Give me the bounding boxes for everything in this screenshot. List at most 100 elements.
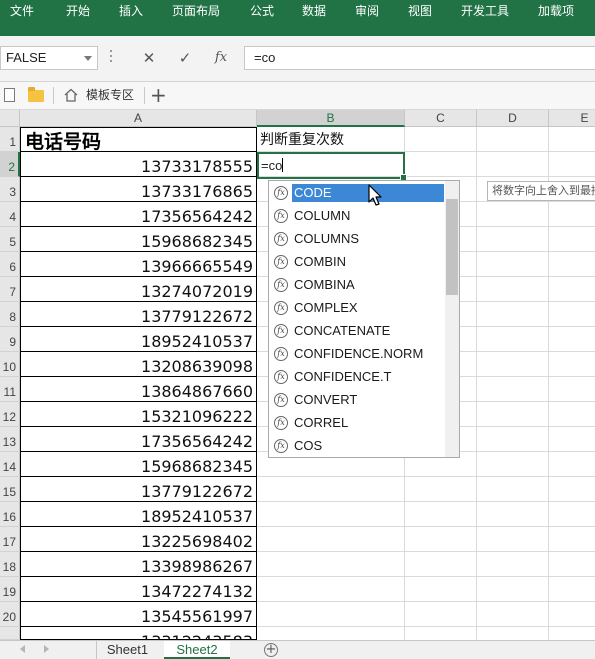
tab-data[interactable]: 数据 xyxy=(302,3,326,19)
name-box[interactable]: FALSE xyxy=(0,46,98,70)
row-header[interactable]: 16 xyxy=(0,502,20,527)
autocomplete-item[interactable]: fx CONFIDENCE.NORM xyxy=(271,343,443,365)
row-header[interactable]: 10 xyxy=(0,352,20,377)
row-header[interactable]: 13 xyxy=(0,427,20,452)
tab-review[interactable]: 审阅 xyxy=(355,3,379,19)
drag-handle-icon[interactable] xyxy=(110,50,112,66)
row-header[interactable]: 1 xyxy=(0,127,20,152)
phone-cell[interactable]: 13545561997 xyxy=(20,602,257,627)
sheet-tab-sheet1[interactable]: Sheet1 xyxy=(96,641,158,659)
enter-button[interactable]: ✓ xyxy=(174,48,196,68)
scrollbar-thumb[interactable] xyxy=(446,199,458,295)
phone-cell[interactable]: 17356564242 xyxy=(20,427,257,452)
phone-cell[interactable]: 13779122672 xyxy=(20,477,257,502)
column-header-e[interactable]: E xyxy=(549,110,595,127)
insert-function-button[interactable]: fx xyxy=(210,48,232,68)
column-header-d[interactable]: D xyxy=(477,110,549,127)
cell-b1[interactable]: 判断重复次数 xyxy=(260,131,344,149)
row-header[interactable]: 6 xyxy=(0,252,20,277)
function-icon: fx xyxy=(274,347,288,361)
row-header[interactable]: 8 xyxy=(0,302,20,327)
autocomplete-item[interactable]: fx CONVERT xyxy=(271,389,443,411)
phone-cell[interactable]: 13472274132 xyxy=(20,577,257,602)
row-header[interactable]: 7 xyxy=(0,277,20,302)
autocomplete-item[interactable]: fx COS xyxy=(271,435,443,457)
phone-cell[interactable]: 13312243583 xyxy=(20,627,257,651)
next-sheet-icon[interactable] xyxy=(44,645,49,653)
column-header-b[interactable]: B xyxy=(257,110,405,127)
autocomplete-item[interactable]: fx CORREL xyxy=(271,412,443,434)
phone-cell[interactable]: 15968682345 xyxy=(20,227,257,252)
phone-cell[interactable]: 13779122672 xyxy=(20,302,257,327)
tab-formulas[interactable]: 公式 xyxy=(250,3,274,19)
phone-cell[interactable]: 13864867660 xyxy=(20,377,257,402)
phone-cell[interactable]: 13733176865 xyxy=(20,177,257,202)
phone-cell[interactable]: 18952410537 xyxy=(20,327,257,352)
tab-insert[interactable]: 插入 xyxy=(119,3,143,19)
active-cell-b2[interactable]: =co xyxy=(257,152,407,181)
phone-cell[interactable]: 13398986267 xyxy=(20,552,257,577)
row-header[interactable]: 19 xyxy=(0,577,20,602)
folder-icon[interactable] xyxy=(28,87,44,102)
tab-file[interactable]: 文件 xyxy=(10,3,34,19)
row-header[interactable]: 2 xyxy=(0,152,20,177)
phone-cell[interactable]: 17356564242 xyxy=(20,202,257,227)
function-icon: fx xyxy=(274,393,288,407)
add-tab-button[interactable]: + xyxy=(150,83,167,107)
tab-add-ins[interactable]: 加载项 xyxy=(538,3,574,19)
row-header[interactable]: 9 xyxy=(0,327,20,352)
phone-cell[interactable]: 15968682345 xyxy=(20,452,257,477)
phone-cell[interactable]: 13733178555 xyxy=(20,152,257,177)
cancel-button[interactable]: ✕ xyxy=(138,48,160,68)
add-sheet-button[interactable]: + xyxy=(264,643,278,657)
tab-view[interactable]: 视图 xyxy=(408,3,432,19)
new-document-icon[interactable] xyxy=(4,88,15,102)
gridline xyxy=(476,127,477,640)
phone-cell[interactable]: 15321096222 xyxy=(20,402,257,427)
chevron-down-icon[interactable] xyxy=(84,56,92,61)
function-autocomplete-list[interactable]: fx CODE fx COLUMN fx COLUMNS fx COMBIN fx COMBINA… xyxy=(268,180,460,458)
tab-page-layout[interactable]: 页面布局 xyxy=(172,3,220,19)
row-header[interactable]: 4 xyxy=(0,202,20,227)
autocomplete-item[interactable]: fx COMBINA xyxy=(271,274,443,296)
row-header[interactable]: 12 xyxy=(0,402,20,427)
autocomplete-item-label: CONFIDENCE.T xyxy=(294,369,392,384)
autocomplete-item-label: COMBIN xyxy=(294,254,346,269)
autocomplete-item[interactable]: fx CONCATENATE xyxy=(271,320,443,342)
tab-developer[interactable]: 开发工具 xyxy=(461,3,509,19)
row-header[interactable]: 20 xyxy=(0,602,20,627)
autocomplete-item[interactable]: fx CODE xyxy=(271,182,444,204)
phone-cell[interactable]: 13966665549 xyxy=(20,252,257,277)
cell-a1[interactable]: 电话号码 xyxy=(20,127,257,153)
autocomplete-item[interactable]: fx COMPLEX xyxy=(271,297,443,319)
row-header[interactable]: 18 xyxy=(0,552,20,577)
phone-cell[interactable]: 13208639098 xyxy=(20,352,257,377)
row-header[interactable]: 15 xyxy=(0,477,20,502)
phone-cell[interactable]: 18952410537 xyxy=(20,502,257,527)
formula-input[interactable]: =co xyxy=(244,46,595,70)
autocomplete-item-label: CORREL xyxy=(294,415,349,430)
sheet-tab-sheet2[interactable]: Sheet2 xyxy=(164,641,230,659)
template-zone-tab[interactable]: 模板专区 xyxy=(86,87,134,103)
row-header[interactable]: 5 xyxy=(0,227,20,252)
prev-sheet-icon[interactable] xyxy=(20,645,25,653)
phone-cell[interactable]: 13225698402 xyxy=(20,527,257,552)
autocomplete-item[interactable]: fx CONFIDENCE.T xyxy=(271,366,443,388)
row-header[interactable]: 14 xyxy=(0,452,20,477)
autocomplete-item[interactable]: fx COLUMN xyxy=(271,205,443,227)
phone-cell[interactable]: 13274072019 xyxy=(20,277,257,302)
row-header[interactable]: 11 xyxy=(0,377,20,402)
column-header-a[interactable]: A xyxy=(20,110,257,127)
autocomplete-item-label: CONVERT xyxy=(294,392,358,407)
row-header[interactable]: 3 xyxy=(0,177,20,202)
row-header[interactable]: 17 xyxy=(0,527,20,552)
row-header[interactable] xyxy=(0,627,20,640)
select-all-corner[interactable] xyxy=(0,110,20,127)
autocomplete-item[interactable]: fx COLUMNS xyxy=(271,228,443,250)
autocomplete-item-label: COLUMN xyxy=(294,208,351,223)
tab-home[interactable]: 开始 xyxy=(66,3,90,19)
function-icon: fx xyxy=(274,324,288,338)
autocomplete-item[interactable]: fx COMBIN xyxy=(271,251,443,273)
column-header-c[interactable]: C xyxy=(405,110,477,127)
function-icon: fx xyxy=(274,439,288,453)
